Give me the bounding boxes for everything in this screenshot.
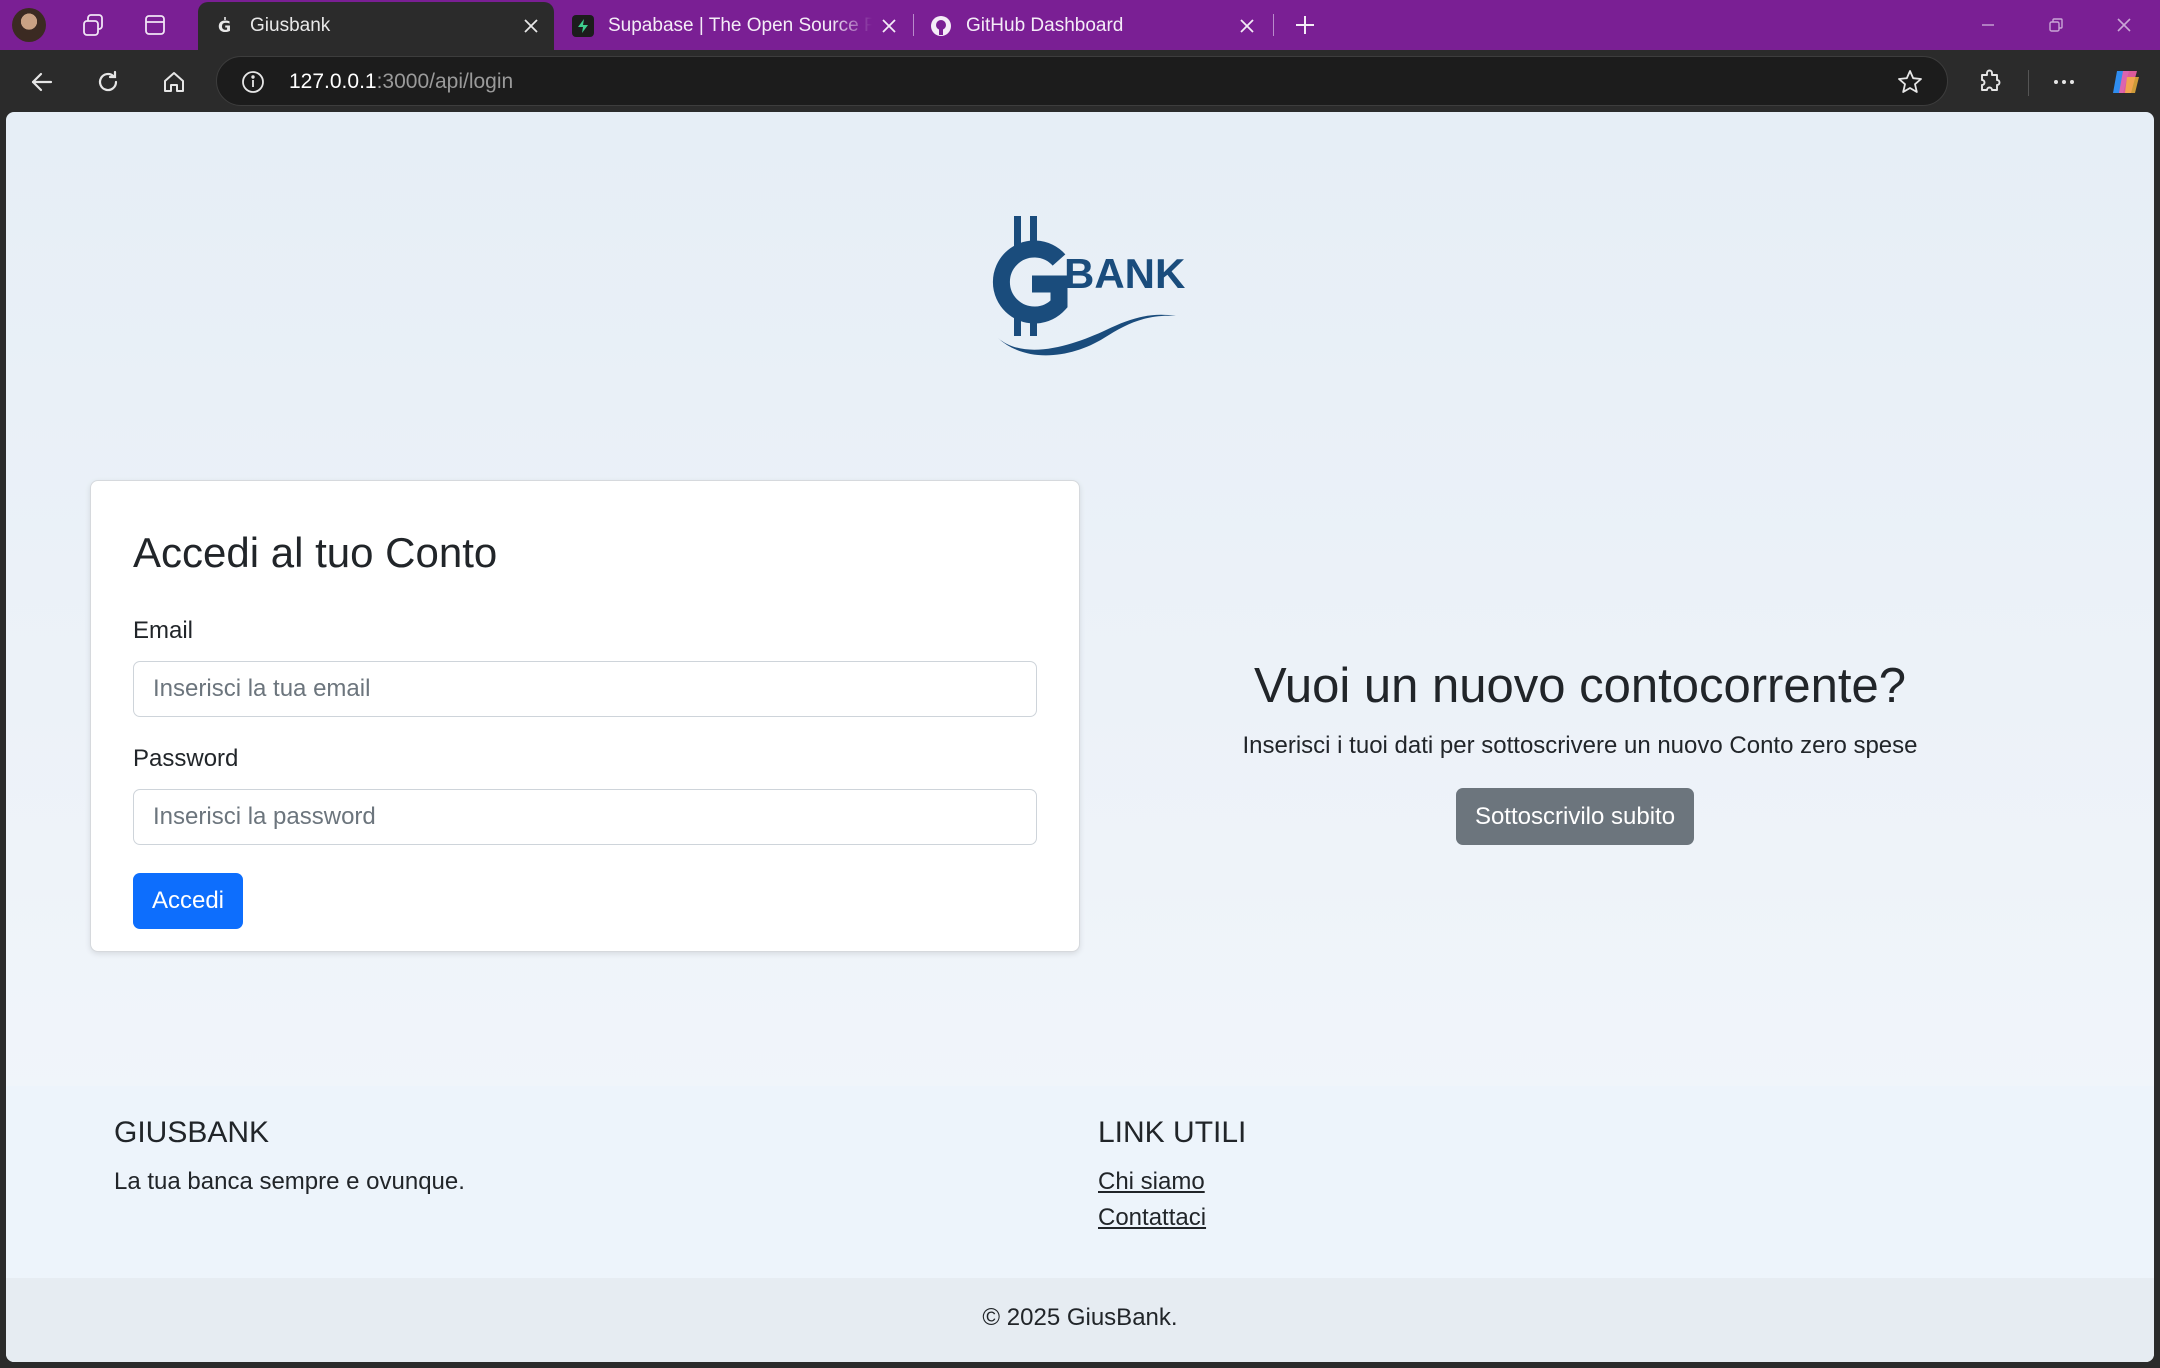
copyright-text: © 2025 GiusBank. [982,1304,1178,1331]
copyright-bar: © 2025 GiusBank. [6,1278,2154,1362]
github-favicon-icon [930,15,952,37]
url-path: :3000/api/login [376,70,514,93]
reload-icon[interactable] [86,60,130,104]
workspaces-icon[interactable] [76,8,110,42]
copilot-icon[interactable] [2104,60,2148,104]
extensions-icon[interactable] [1968,60,2012,104]
tab-separator [1273,14,1274,36]
subscribe-button[interactable]: Sottoscrivilo subito [1456,788,1694,845]
address-bar[interactable]: 127.0.0.1:3000/api/login [216,56,1948,106]
restore-icon[interactable] [2022,0,2090,50]
footer-link-chi-siamo[interactable]: Chi siamo [1098,1168,1205,1196]
home-icon[interactable] [152,60,196,104]
login-button[interactable]: Accedi [133,873,243,929]
footer-link-contattaci[interactable]: Contattaci [1098,1204,1206,1232]
close-tab-icon[interactable] [1230,9,1264,43]
browser-toolbar: 127.0.0.1:3000/api/login [0,50,2160,112]
footer-brand-title: GIUSBANK [114,1116,270,1149]
password-input[interactable] [133,789,1037,845]
minimize-icon[interactable] [1954,0,2022,50]
email-label: Email [133,617,194,644]
footer-links-title: LINK UTILI [1098,1116,1247,1149]
url-host: 127.0.0.1 [289,70,377,93]
password-label: Password [133,745,239,772]
footer-tagline: La tua banca sempre e ovunque. [114,1168,465,1195]
tab-strip: G Giusbank Supabase | The Open Source Fi… [0,0,2160,50]
promo-title: Vuoi un nuovo contocorrente? [1254,659,1906,713]
more-options-icon[interactable] [2042,60,2086,104]
close-tab-icon[interactable] [872,9,906,43]
close-window-icon[interactable] [2090,0,2158,50]
footer: GIUSBANK La tua banca sempre e ovunque. … [6,1086,2154,1278]
login-title: Accedi al tuo Conto [133,529,498,576]
site-info-icon[interactable] [239,68,267,96]
url-text: 127.0.0.1:3000/api/login [289,70,513,94]
profile-avatar[interactable] [12,8,46,42]
tab-actions-icon[interactable] [138,8,172,42]
tab-giusbank[interactable]: G Giusbank [198,2,554,50]
tab-title: GitHub Dashboard [966,15,1124,36]
tab-title: Giusbank [250,15,331,36]
new-tab-icon[interactable] [1288,8,1322,42]
toolbar-divider [2028,70,2029,96]
giusbank-favicon-icon: G [214,15,236,37]
supabase-favicon-icon [572,15,594,37]
promo-subtitle: Inserisci i tuoi dati per sottoscrivere … [1242,732,1918,759]
email-input[interactable] [133,661,1037,717]
tab-title: Supabase | The Open Source Firebase Alte… [608,15,872,36]
page-viewport: BANK Accedi al tuo Conto Email Password … [6,112,2154,1362]
back-icon[interactable] [20,60,64,104]
giusbank-logo: BANK [986,212,1206,362]
tab-supabase[interactable]: Supabase | The Open Source Firebase Alte… [556,2,912,50]
login-card: Accedi al tuo Conto Email Password Acced… [90,480,1080,952]
tab-github[interactable]: GitHub Dashboard [914,2,1270,50]
favorite-star-icon[interactable] [1895,67,1925,97]
logo-text: BANK [1064,250,1185,297]
close-tab-icon[interactable] [514,9,548,43]
